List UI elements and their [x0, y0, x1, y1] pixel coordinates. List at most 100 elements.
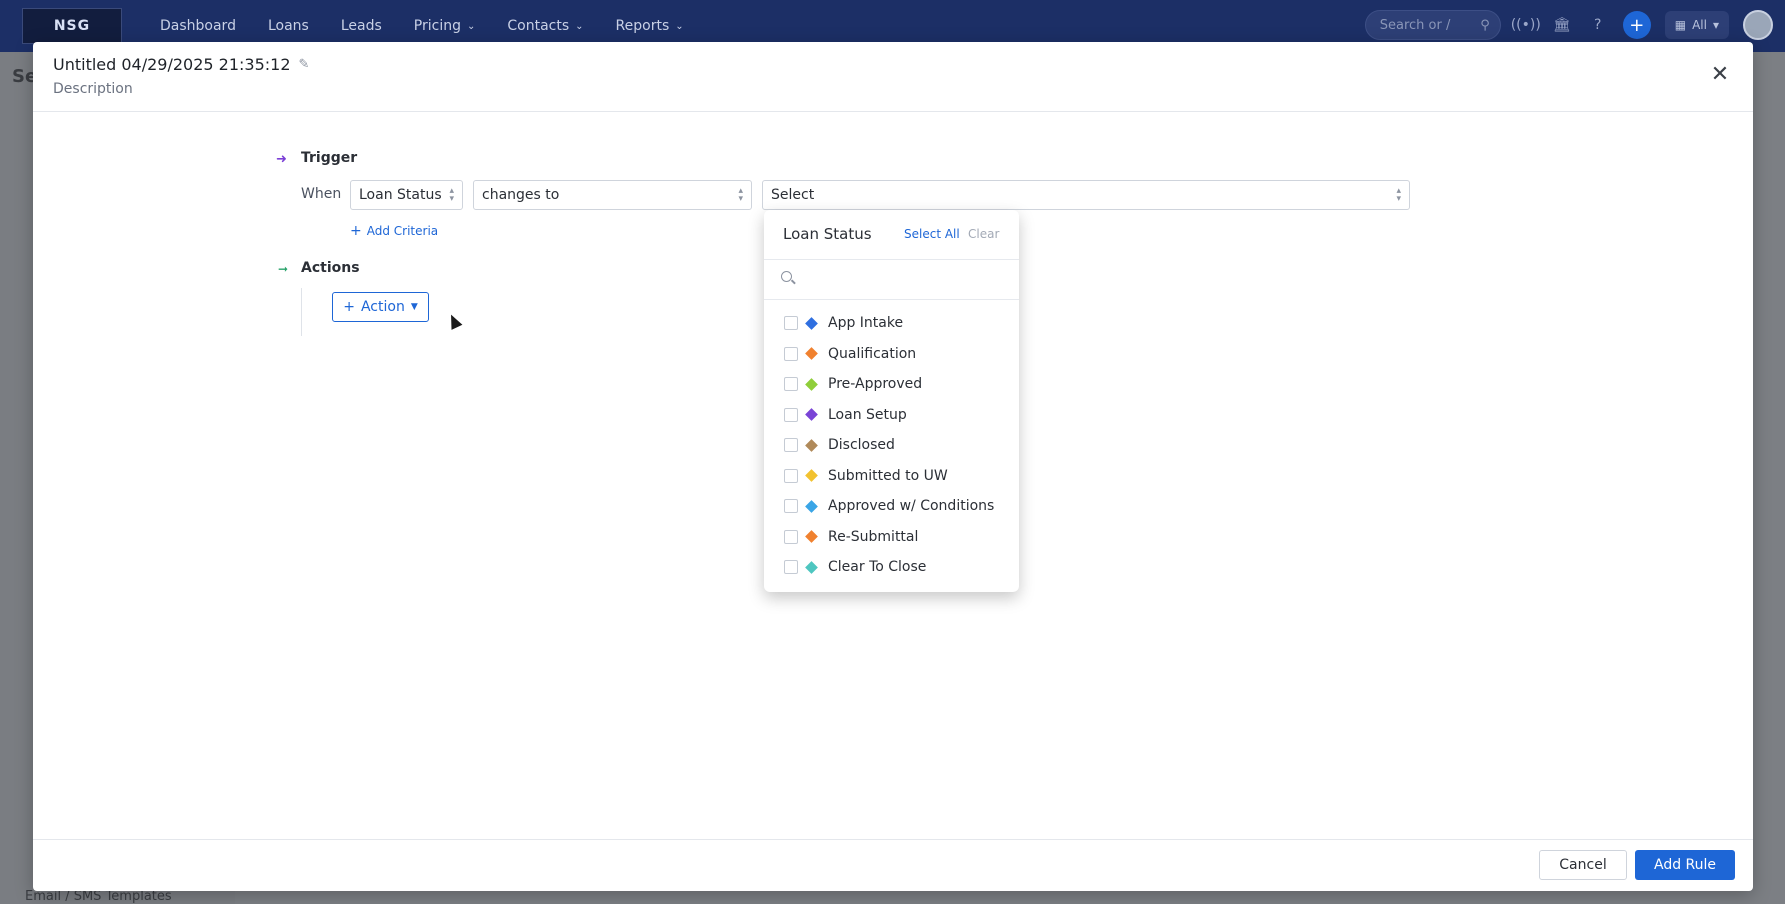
help-icon[interactable]: ? — [1587, 14, 1609, 36]
nav-loans[interactable]: Loans — [268, 18, 309, 34]
create-new-button[interactable]: + — [1622, 11, 1651, 39]
rule-title[interactable]: Untitled 04/29/2025 21:35:12 ✎ — [53, 55, 309, 74]
nav-right-tools: Search or / ⚲ ((•)) 🏛 ? + ▦ All ▾ — [1364, 10, 1773, 40]
status-diamond-icon — [805, 469, 818, 483]
broadcast-icon[interactable]: ((•)) — [1511, 14, 1541, 36]
modal-footer: Cancel Add Rule — [33, 839, 1753, 891]
option-label: Qualification — [828, 345, 917, 362]
option-checkbox[interactable] — [784, 407, 798, 422]
rule-title-text: Untitled 04/29/2025 21:35:12 — [53, 55, 291, 74]
status-diamond-icon — [805, 560, 818, 574]
trigger-field-value: Loan Status — [359, 187, 442, 203]
background-sidebar-item: Email / SMS Templates — [25, 889, 172, 904]
sort-arrows-icon: ▴ ▾ — [738, 186, 743, 204]
status-diamond-icon — [805, 438, 818, 452]
option-checkbox[interactable] — [784, 438, 798, 453]
nav-leads[interactable]: Leads — [341, 18, 382, 34]
option-label: Approved w/ Conditions — [828, 498, 995, 515]
nav-loans-label: Loans — [267, 18, 309, 34]
option-checkbox[interactable] — [784, 316, 798, 331]
trigger-value-select[interactable]: Select ▴ ▾ — [762, 180, 1410, 210]
modal-header: Untitled 04/29/2025 21:35:12 ✎ Descripti… — [33, 42, 1753, 112]
global-search-input[interactable]: Search or / ⚲ — [1364, 10, 1501, 40]
option-label: App Intake — [828, 315, 904, 332]
user-avatar[interactable] — [1743, 10, 1773, 40]
nav-dashboard[interactable]: Dashboard — [160, 18, 236, 34]
option-label: Re-Submittal — [828, 528, 919, 545]
trigger-operator-value: changes to — [482, 187, 560, 203]
caret-down-icon: ▼ — [410, 302, 418, 312]
arrow-right-icon: ➞ — [278, 262, 289, 276]
loan-status-option[interactable]: Disclosed — [764, 430, 1019, 461]
nav-dashboard-label: Dashboard — [160, 18, 236, 34]
chevron-down-icon: ⌄ — [575, 20, 584, 32]
nsg-logo[interactable]: NSG — [22, 8, 122, 44]
nav-contacts[interactable]: Contacts ⌄ — [507, 18, 583, 34]
option-checkbox[interactable] — [784, 560, 798, 575]
status-diamond-icon — [805, 347, 818, 361]
cancel-button[interactable]: Cancel — [1539, 850, 1627, 880]
chevron-down-icon: ⌄ — [466, 20, 476, 32]
global-search-placeholder: Search or / — [1379, 17, 1451, 33]
option-checkbox[interactable] — [784, 529, 798, 544]
branch-filter-label: All — [1692, 18, 1707, 32]
status-diamond-icon — [805, 316, 818, 330]
option-label: Loan Setup — [828, 406, 907, 423]
loan-status-dropdown: Loan Status Select All Clear App Intake Q… — [764, 210, 1019, 592]
option-label: Disclosed — [828, 437, 895, 454]
close-icon[interactable]: ✕ — [1709, 64, 1731, 86]
loan-status-option[interactable]: Loan Setup — [764, 400, 1019, 431]
bank-icon[interactable]: 🏛 — [1551, 14, 1573, 36]
nav-reports-label: Reports — [615, 18, 670, 34]
lightning-icon: ➜ — [276, 152, 287, 167]
nav-pricing[interactable]: Pricing ⌄ — [414, 18, 476, 34]
loan-status-option[interactable]: App Intake — [764, 308, 1019, 339]
when-label: When — [301, 186, 342, 202]
status-diamond-icon — [805, 530, 818, 544]
dropdown-search — [764, 260, 1019, 300]
add-criteria-link[interactable]: + Add Criteria — [350, 223, 438, 239]
option-checkbox[interactable] — [784, 468, 798, 483]
status-diamond-icon — [805, 408, 818, 422]
branch-filter-dropdown[interactable]: ▦ All ▾ — [1664, 11, 1729, 39]
status-diamond-icon — [805, 499, 818, 513]
caret-down-icon: ▾ — [1712, 18, 1719, 32]
trigger-heading: Trigger — [301, 150, 358, 166]
trigger-field-select[interactable]: Loan Status ▴ ▾ — [350, 180, 463, 210]
add-action-button[interactable]: + Action ▼ — [332, 292, 429, 322]
loan-status-option[interactable]: Re-Submittal — [764, 522, 1019, 553]
dropdown-search-input[interactable] — [800, 268, 1000, 292]
nav-reports[interactable]: Reports ⌄ — [616, 18, 684, 34]
loan-status-options: App Intake Qualification Pre-Approved Loan … — [764, 308, 1019, 583]
option-checkbox[interactable] — [784, 499, 798, 514]
mouse-cursor — [445, 312, 463, 330]
building-icon: ▦ — [1674, 18, 1687, 32]
sort-arrows-icon: ▴ ▾ — [1396, 186, 1401, 204]
pencil-icon[interactable]: ✎ — [299, 57, 310, 72]
option-checkbox[interactable] — [784, 346, 798, 361]
dropdown-title: Loan Status — [783, 225, 872, 243]
loan-status-option[interactable]: Clear To Close — [764, 552, 1019, 583]
actions-rail-divider — [301, 288, 302, 336]
loan-status-option[interactable]: Approved w/ Conditions — [764, 491, 1019, 522]
sort-arrows-icon: ▴ ▾ — [449, 186, 454, 204]
add-action-label: Action — [360, 299, 405, 315]
clear-link[interactable]: Clear — [968, 227, 999, 241]
option-label: Submitted to UW — [828, 467, 948, 484]
chevron-down-icon: ⌄ — [675, 20, 684, 32]
nav-pricing-label: Pricing — [413, 18, 461, 34]
loan-status-option[interactable]: Submitted to UW — [764, 461, 1019, 492]
loan-status-option[interactable]: Pre-Approved — [764, 369, 1019, 400]
add-criteria-label: Add Criteria — [366, 224, 439, 238]
select-all-link[interactable]: Select All — [904, 227, 960, 241]
trigger-operator-select[interactable]: changes to ▴ ▾ — [473, 180, 752, 210]
search-icon: ⚲ — [1480, 17, 1490, 33]
add-rule-button[interactable]: Add Rule — [1635, 850, 1735, 880]
nav-contacts-label: Contacts — [507, 18, 570, 34]
dropdown-header: Loan Status Select All Clear — [764, 210, 1019, 260]
loan-status-option[interactable]: Qualification — [764, 339, 1019, 370]
actions-heading: Actions — [301, 260, 360, 276]
search-icon — [781, 271, 792, 282]
rule-description[interactable]: Description — [53, 81, 133, 97]
option-checkbox[interactable] — [784, 377, 798, 392]
